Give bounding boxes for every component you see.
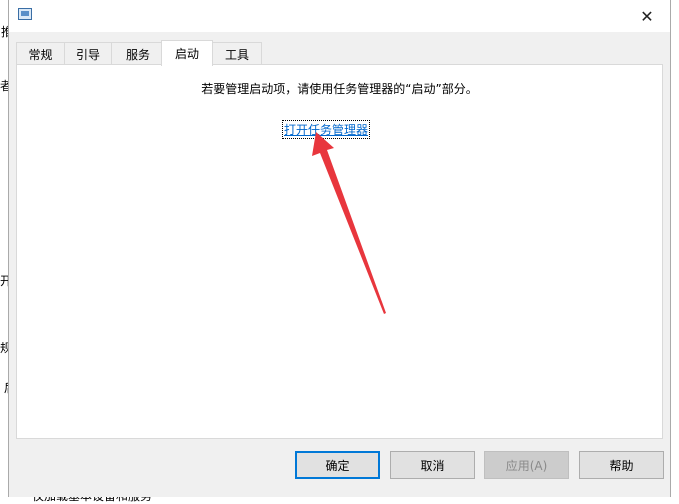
arrow-shape xyxy=(312,132,386,314)
red-arrow-annotation xyxy=(312,132,386,314)
tab-startup[interactable]: 启动 xyxy=(161,40,213,66)
